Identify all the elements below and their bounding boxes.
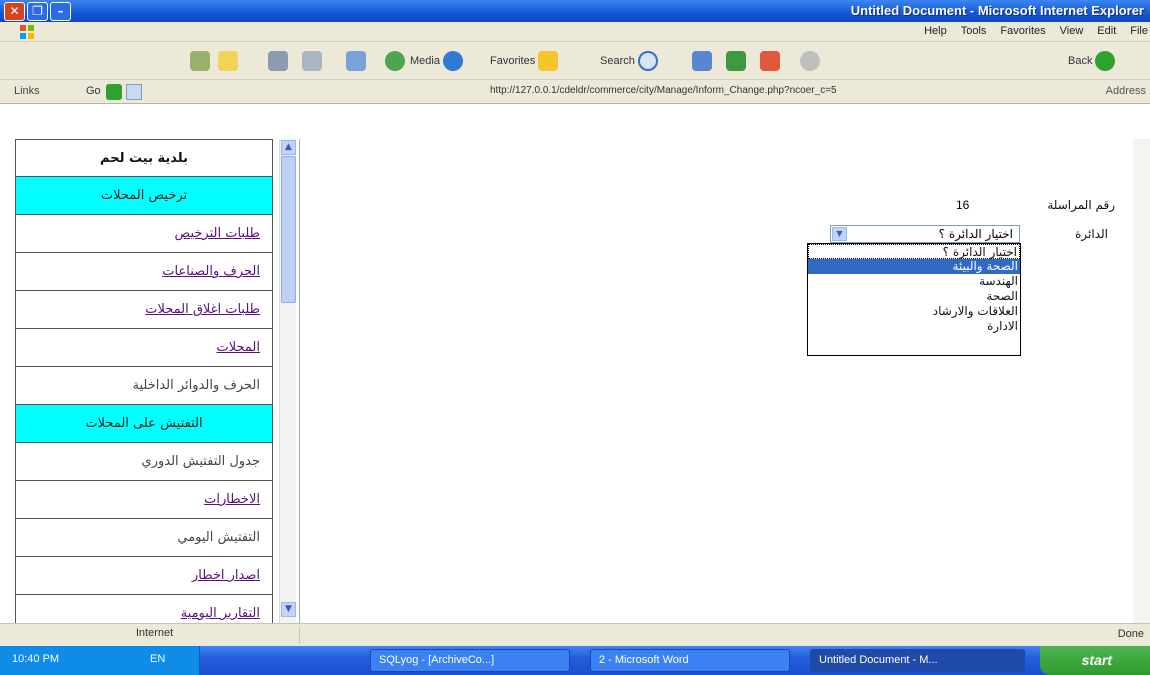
- nav-item-3[interactable]: الحرف والصناعات: [15, 253, 273, 291]
- start-button[interactable]: start: [1040, 646, 1150, 675]
- main-scrollbar[interactable]: [1133, 139, 1150, 623]
- windows-logo-icon: [20, 25, 34, 39]
- star-icon: [538, 51, 559, 71]
- search-label: Search: [600, 55, 635, 67]
- favorites-label: Favorites: [490, 55, 536, 67]
- main-frame: رقم المراسلة 16 الدائرة ▼ اختيار الدائرة…: [300, 139, 1150, 623]
- nav-item-1: ترخيص المحلات: [15, 177, 273, 215]
- edit-button[interactable]: [268, 50, 288, 72]
- menu-bar: File Edit View Favorites Tools Help: [0, 22, 1150, 42]
- address-input[interactable]: http://127.0.0.1/cdeldr/commerce/city/Ma…: [490, 85, 960, 96]
- history-button[interactable]: [385, 50, 405, 72]
- taskbar: 10:40 PM EN SQLyog - [ArchiveCo...] 2 - …: [0, 646, 1150, 675]
- menu-edit[interactable]: Edit: [1097, 25, 1116, 37]
- nav-item-7: التفتيش على المحلات: [15, 405, 273, 443]
- forward-button[interactable]: [800, 50, 820, 72]
- dropdown-option[interactable]: الادارة: [808, 319, 1020, 334]
- dropdown-option[interactable]: الصحة: [808, 289, 1020, 304]
- department-select[interactable]: ▼ اختيار الدائرة ؟: [830, 225, 1020, 243]
- printer-icon: [302, 51, 322, 71]
- toolbar: Media Favorites Search Back: [0, 42, 1150, 80]
- department-label: الدائرة: [1075, 227, 1108, 241]
- menu-tools[interactable]: Tools: [961, 25, 987, 37]
- nav-item-11[interactable]: اصدار اخطار: [15, 557, 273, 595]
- department-dropdown-list: اختيار الدائرة ؟ الصحة والبيئة الهندسة الصح…: [807, 243, 1021, 356]
- system-tray: 10:40 PM EN: [0, 646, 200, 675]
- search-icon: [637, 51, 658, 71]
- nav-item-9[interactable]: الاخطارات: [15, 481, 273, 519]
- menu-help[interactable]: Help: [924, 25, 947, 37]
- messenger-button[interactable]: [190, 50, 210, 72]
- taskbar-item-ie[interactable]: Untitled Document - M...: [810, 649, 1025, 672]
- nav-item-8[interactable]: جدول التفتيش الدوري: [15, 443, 273, 481]
- go-label[interactable]: Go: [86, 85, 101, 97]
- count-label: رقم المراسلة: [1047, 198, 1115, 212]
- mail-button[interactable]: [346, 50, 366, 72]
- media-label: Media: [410, 55, 440, 67]
- stop-icon: [760, 51, 780, 71]
- nav-item-2[interactable]: طلبات الترخيص: [15, 215, 273, 253]
- home-button[interactable]: [692, 50, 712, 72]
- nav-item-10[interactable]: التفتيش اليومي: [15, 519, 273, 557]
- refresh-button[interactable]: [726, 50, 746, 72]
- language-indicator[interactable]: EN: [150, 653, 165, 665]
- forward-icon: [800, 51, 820, 71]
- media-button[interactable]: Media: [410, 50, 463, 72]
- status-zone: Internet: [10, 627, 300, 644]
- search-button[interactable]: Search: [600, 50, 658, 72]
- back-label: Back: [1068, 55, 1093, 67]
- title-bar: ✕ ❐ – Untitled Document - Microsoft Inte…: [0, 0, 1150, 22]
- minimize-button[interactable]: –: [50, 2, 71, 21]
- close-button[interactable]: ✕: [4, 2, 25, 21]
- stop-button[interactable]: [760, 50, 780, 72]
- history-icon: [385, 51, 405, 71]
- taskbar-item-sqlyog[interactable]: SQLyog - [ArchiveCo...]: [370, 649, 570, 672]
- start-label: start: [1081, 652, 1112, 668]
- left-scrollbar[interactable]: ▲ ▼: [279, 139, 296, 623]
- left-frame: بلدية بيت لحم ترخيص المحلات طلبات الترخيص ا…: [0, 139, 300, 633]
- scroll-up-icon[interactable]: ▲: [281, 140, 296, 155]
- taskbar-item-word[interactable]: 2 - Microsoft Word: [590, 649, 790, 672]
- menu-file[interactable]: File: [1130, 25, 1148, 37]
- status-done: Done: [1117, 628, 1144, 640]
- select-value: اختيار الدائرة ؟: [938, 227, 1013, 241]
- discuss-button[interactable]: [218, 50, 238, 72]
- scroll-down-icon[interactable]: ▼: [281, 602, 296, 617]
- dropdown-option[interactable]: العلاقات والارشاد: [808, 304, 1020, 319]
- address-dropdown-icon[interactable]: [126, 84, 142, 100]
- media-icon: [442, 51, 463, 71]
- go-arrow-icon[interactable]: [106, 84, 122, 100]
- back-button[interactable]: Back: [1068, 50, 1116, 72]
- scroll-thumb[interactable]: [281, 156, 296, 303]
- dropdown-option[interactable]: الهندسة: [808, 274, 1020, 289]
- nav-item-0: بلدية بيت لحم: [15, 139, 273, 177]
- nav-item-5[interactable]: المحلات: [15, 329, 273, 367]
- home-icon: [692, 51, 712, 71]
- mail-icon: [346, 51, 366, 71]
- chevron-down-icon[interactable]: ▼: [832, 227, 847, 241]
- count-value: 16: [956, 198, 970, 212]
- maximize-button[interactable]: ❐: [27, 2, 48, 21]
- edit-icon: [268, 51, 288, 71]
- messenger-icon: [190, 51, 210, 71]
- menu-favorites[interactable]: Favorites: [1000, 25, 1045, 37]
- address-bar: Links Go http://127.0.0.1/cdeldr/commerc…: [0, 80, 1150, 104]
- menu-view[interactable]: View: [1060, 25, 1084, 37]
- address-label: Address: [1105, 85, 1146, 97]
- links-label[interactable]: Links: [14, 85, 40, 97]
- refresh-icon: [726, 51, 746, 71]
- window-title: Untitled Document - Microsoft Internet E…: [850, 3, 1144, 18]
- dropdown-option[interactable]: اختيار الدائرة ؟: [808, 244, 1020, 259]
- dropdown-option[interactable]: الصحة والبيئة: [808, 259, 1020, 274]
- back-icon: [1095, 51, 1116, 71]
- nav-item-4[interactable]: طلبات اغلاق المحلات: [15, 291, 273, 329]
- tray-time: 10:40 PM: [12, 653, 60, 665]
- nav-menu: بلدية بيت لحم ترخيص المحلات طلبات الترخيص ا…: [15, 139, 273, 633]
- status-bar: Internet Done: [0, 623, 1150, 646]
- folder-icon: [218, 51, 238, 71]
- nav-item-6[interactable]: الحرف والدوائر الداخلية: [15, 367, 273, 405]
- favorites-button[interactable]: Favorites: [490, 50, 559, 72]
- print-button[interactable]: [302, 50, 322, 72]
